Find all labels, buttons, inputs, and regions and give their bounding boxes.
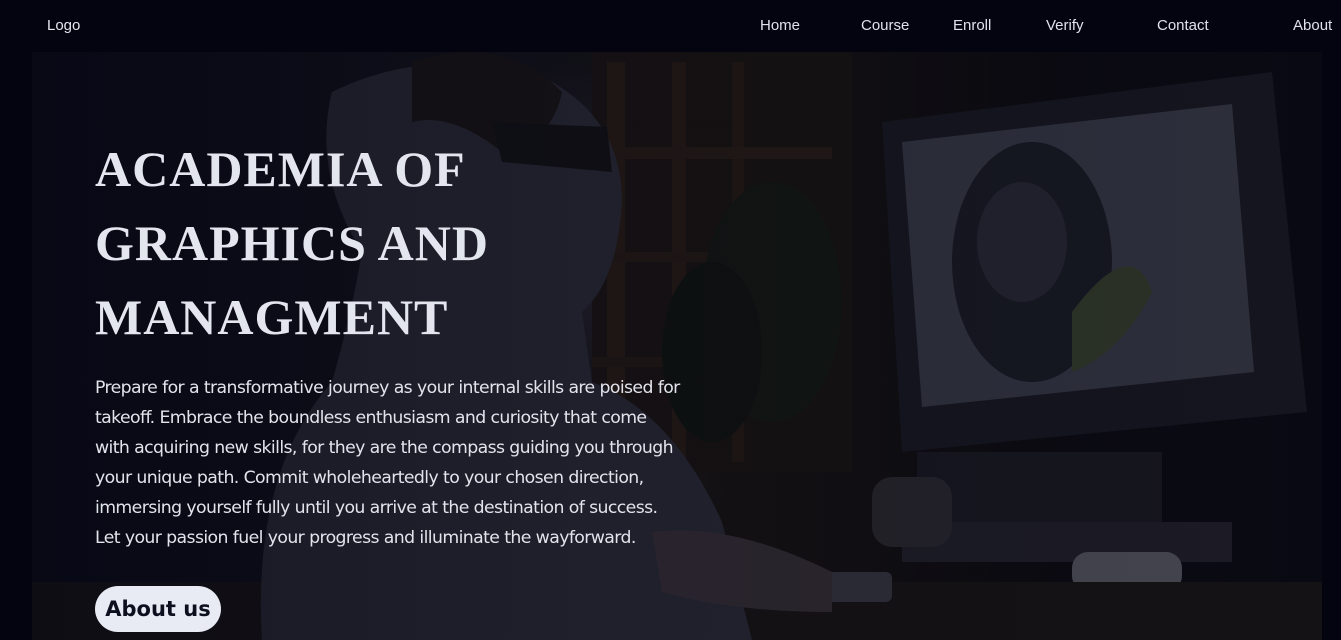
page-title: ACADEMIA OF GRAPHICS AND MANAGMENT [95,132,655,354]
nav-enroll[interactable]: Enroll [953,17,1013,34]
about-us-button[interactable]: About us [95,586,221,632]
top-nav: Logo Home Course Enroll Verify Contact A… [0,0,1341,52]
nav-about[interactable]: About [1293,17,1341,34]
nav-verify[interactable]: Verify [1046,17,1106,34]
title-line: GRAPHICS AND [95,215,489,271]
nav-contact[interactable]: Contact [1157,17,1217,34]
hero-description: Prepare for a transformative journey as … [95,378,680,548]
title-line: MANAGMENT [95,289,449,345]
nav-course[interactable]: Course [861,17,921,34]
nav-home[interactable]: Home [760,17,820,34]
logo[interactable]: Logo [47,17,80,34]
title-line: ACADEMIA OF [95,141,466,197]
